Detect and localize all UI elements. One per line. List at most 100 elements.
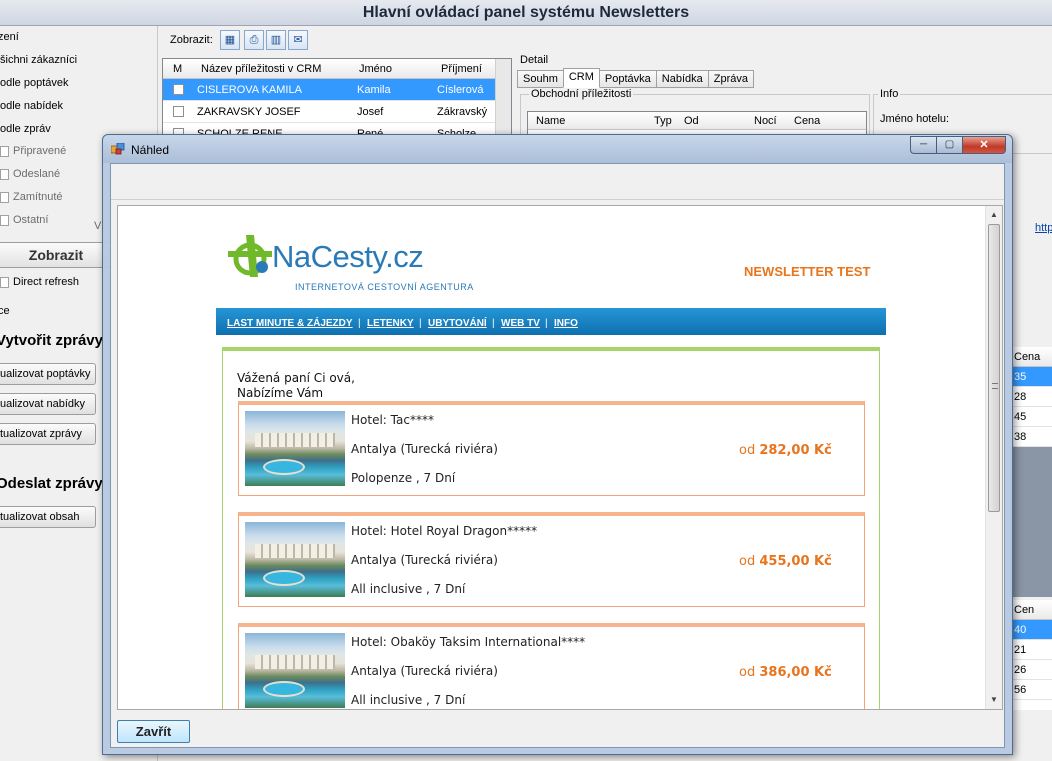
row-checkbox[interactable] (173, 84, 184, 95)
update-offers-button[interactable]: ualizovat nabídky (0, 393, 96, 415)
radio-by-inquiries[interactable]: odle poptávek (0, 77, 69, 89)
offer-card[interactable]: Hotel: Tac**** Antalya (Turecká riviéra)… (238, 401, 865, 496)
table-row[interactable]: ZAKRAVSKY JOSEF Josef Zákravský (163, 101, 511, 123)
table-cell: Josef (357, 106, 384, 118)
tab-crm[interactable]: CRM (562, 68, 600, 88)
tab-summary[interactable]: Souhm (517, 70, 564, 88)
offer-price: od 455,00 Kč (739, 554, 832, 569)
nacesty-logo: NaCesty.cz INTERNETOVÁ CESTOVNÍ AGENTURA (224, 227, 484, 295)
table-cell: Kamila (357, 84, 391, 96)
print-icon[interactable]: ⎙ (244, 30, 264, 50)
filter-section-label: zení (0, 31, 19, 43)
maximize-button[interactable]: ▢ (936, 136, 962, 154)
scroll-down-icon[interactable]: ▼ (990, 695, 998, 704)
check-prepared-label: Připravené (13, 145, 67, 157)
update-content-button[interactable]: tualizovat obsah (0, 506, 96, 528)
opportunities-label: Obchodní příležitosti (529, 88, 634, 100)
direct-refresh-label: Direct refresh (13, 276, 80, 288)
check-other[interactable]: Ostatní (0, 214, 48, 226)
greeting: Vážená paní Ci ová, Nabízíme Vám (237, 371, 355, 401)
offer-card[interactable]: Hotel: Hotel Royal Dragon***** Antalya (… (238, 512, 865, 607)
hotel-photo (245, 522, 345, 597)
price-prefix: od (739, 665, 756, 680)
column-header[interactable]: Příjmení (441, 63, 482, 75)
column-header[interactable]: Typ (654, 115, 672, 127)
table-cell: 40 (1011, 620, 1052, 640)
column-header[interactable]: M (173, 63, 182, 75)
table-icon[interactable]: ▦ (220, 30, 240, 50)
offer-board: Polopenze , 7 Dní (351, 471, 456, 485)
direct-refresh-check[interactable]: Direct refresh (0, 276, 79, 288)
intro-line: Nabízíme Vám (237, 386, 324, 400)
update-messages-button[interactable]: tualizovat zprávy (0, 423, 96, 445)
radio-all-customers[interactable]: šichni zákazníci (0, 54, 77, 66)
update-inquiries-button[interactable]: ualizovat poptávky (0, 363, 96, 385)
offer-location: Antalya (Turecká riviéra) (351, 553, 498, 567)
column-header[interactable]: Cena (794, 115, 820, 127)
minimize-button[interactable]: ─ (910, 136, 936, 154)
preview-scrollbar[interactable]: ▲ ▼ (985, 206, 1002, 709)
offer-location: Antalya (Turecká riviéra) (351, 442, 498, 456)
mail-icon[interactable]: ✉ (288, 30, 308, 50)
table-cell: 26 (1011, 660, 1052, 680)
scroll-up-icon[interactable]: ▲ (990, 210, 998, 219)
offer-board: All inclusive , 7 Dní (351, 582, 466, 596)
greeting-line: Vážená paní Ci ová, (237, 371, 355, 385)
logo-tld: .cz (385, 239, 424, 274)
table-row[interactable]: CISLEROVA KAMILA Kamila Císlerová (163, 79, 511, 101)
link-fragment[interactable]: http (1035, 222, 1052, 234)
radio-by-messages[interactable]: odle zpráv (0, 123, 51, 135)
price-prefix: od (739, 443, 756, 458)
newsletter-nav: LAST MINUTE & ZÁJEZDY | LETENKY | UBYTOV… (216, 308, 886, 335)
view-toolbar: Zobrazit: ▦ ⎙ ▥ ✉ (160, 28, 1052, 52)
table-cell: Císlerová (437, 84, 484, 96)
close-button[interactable]: Zavřít (117, 720, 190, 743)
nav-link-last-minute[interactable]: LAST MINUTE & ZÁJEZDY (227, 318, 353, 329)
tab-inquiry[interactable]: Poptávka (598, 70, 657, 88)
checkbox-icon (0, 145, 9, 157)
column-header[interactable]: Cen (1011, 600, 1052, 620)
row-checkbox[interactable] (173, 106, 184, 117)
column-header[interactable]: Od (684, 115, 699, 127)
nav-separator: | (358, 318, 361, 329)
hotel-photo (245, 633, 345, 708)
checkbox-icon (0, 276, 9, 288)
offer-price: od 386,00 Kč (739, 665, 832, 680)
checkbox-icon (0, 191, 9, 203)
price-value: 386,00 Kč (759, 665, 832, 680)
check-prepared[interactable]: Připravené (0, 145, 66, 157)
offer-card[interactable]: Hotel: Obaköy Taksim International**** A… (238, 623, 865, 709)
nav-link-flights[interactable]: LETENKY (367, 318, 414, 329)
dialog-titlebar[interactable]: Náhled ─ ▢ ✕ (103, 135, 1012, 163)
check-rejected[interactable]: Zamítnuté (0, 191, 63, 203)
tab-message[interactable]: Zpráva (707, 70, 755, 88)
check-rejected-label: Zamítnuté (13, 191, 63, 203)
column-header[interactable]: Name (536, 115, 565, 127)
table-cell: 56 (1011, 680, 1052, 700)
column-header[interactable]: Jméno (359, 63, 392, 75)
hotel-photo (245, 411, 345, 486)
show-button[interactable]: Zobrazit (0, 242, 114, 268)
create-messages-header: Vytvořit zprávy (0, 332, 103, 349)
nav-separator: | (492, 318, 495, 329)
nav-link-web-tv[interactable]: WEB TV (501, 318, 540, 329)
tab-offer[interactable]: Nabídka (655, 70, 709, 88)
close-window-button[interactable]: ✕ (962, 136, 1006, 154)
table-cell: 28 (1011, 387, 1052, 407)
layout-icon[interactable]: ▥ (266, 30, 286, 50)
table-cell: ZAKRAVSKY JOSEF (197, 106, 301, 118)
check-sent[interactable]: Odeslané (0, 168, 60, 180)
column-header[interactable]: Název příležitosti v CRM (201, 63, 321, 75)
airplane-logo-icon (228, 235, 272, 277)
column-header[interactable]: Cena (1011, 347, 1052, 367)
offer-location: Antalya (Turecká riviéra) (351, 664, 498, 678)
nav-link-accommodation[interactable]: UBYTOVÁNÍ (428, 318, 487, 329)
newsletter-body: Vážená paní Ci ová, Nabízíme Vám Hotel: … (222, 347, 880, 709)
column-header[interactable]: Nocí (754, 115, 777, 127)
radio-by-offers[interactable]: odle nabídek (0, 100, 63, 112)
nav-link-info[interactable]: INFO (554, 318, 578, 329)
logo-wordmark: NaCesty.cz (272, 239, 424, 275)
price-prefix: od (739, 554, 756, 569)
newsletter-preview[interactable]: NaCesty.cz INTERNETOVÁ CESTOVNÍ AGENTURA… (117, 205, 1003, 710)
scroll-thumb[interactable] (988, 224, 1000, 512)
